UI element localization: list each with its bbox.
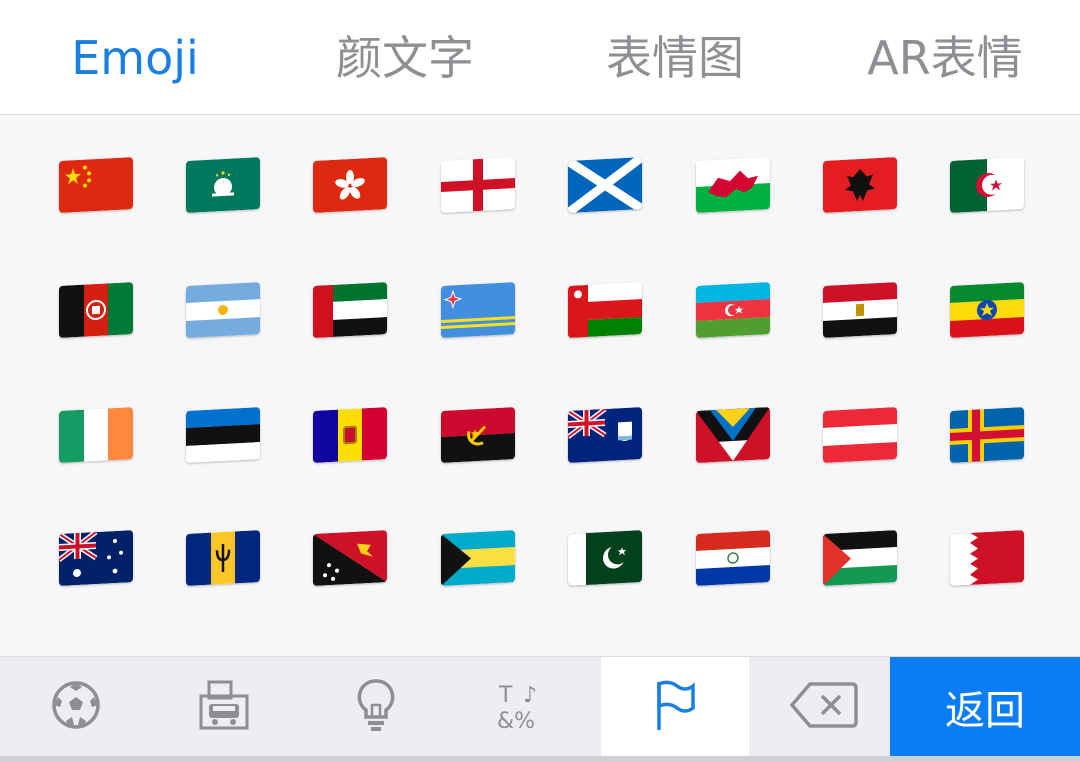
albania-flag[interactable]	[821, 156, 899, 214]
palestine-flag[interactable]	[821, 529, 899, 587]
svg-text:♪: ♪	[523, 683, 537, 708]
paraguay-flag[interactable]	[694, 529, 772, 587]
svg-text:T: T	[498, 683, 513, 708]
oman-flag[interactable]	[566, 281, 644, 339]
egypt-flag[interactable]	[821, 281, 899, 339]
tab-emoji[interactable]: Emoji	[40, 28, 230, 88]
papua-new-guinea-flag[interactable]	[311, 529, 389, 587]
aland-islands-flag[interactable]	[948, 406, 1026, 464]
emoji-category-tabs: Emoji 颜文字 表情图 AR表情	[0, 0, 1080, 115]
bahamas-flag[interactable]	[439, 529, 517, 587]
algeria-flag[interactable]	[948, 156, 1026, 214]
buildings-car-icon	[197, 678, 251, 736]
category-flags-button[interactable]	[601, 657, 749, 757]
emoji-category-bar: T ♪ &% 返回	[0, 656, 1080, 757]
return-button[interactable]: 返回	[890, 657, 1080, 757]
bahrain-flag[interactable]	[948, 529, 1026, 587]
anguilla-flag[interactable]	[566, 406, 644, 464]
wales-flag[interactable]	[694, 156, 772, 214]
symbols-icon: T ♪ &%	[497, 678, 551, 736]
pakistan-flag[interactable]	[566, 529, 644, 587]
category-activity-button[interactable]	[20, 657, 132, 757]
azerbaijan-flag[interactable]	[694, 281, 772, 339]
hong-kong-flag[interactable]	[311, 156, 389, 214]
ethiopia-flag[interactable]	[948, 281, 1026, 339]
antigua-barbuda-flag[interactable]	[694, 406, 772, 464]
barbados-flag[interactable]	[184, 529, 262, 587]
lightbulb-icon	[353, 677, 399, 737]
angola-flag[interactable]	[439, 406, 517, 464]
china-flag[interactable]	[57, 156, 135, 214]
scotland-flag[interactable]	[566, 156, 644, 214]
argentina-flag[interactable]	[184, 281, 262, 339]
keyboard-bottom-edge	[0, 756, 1080, 762]
emoji-grid	[0, 115, 1080, 655]
tab-ar-emoji[interactable]: AR表情	[845, 28, 1045, 88]
andorra-flag[interactable]	[311, 406, 389, 464]
tab-stickers[interactable]: 表情图	[575, 28, 775, 88]
tab-kaomoji[interactable]: 颜文字	[305, 28, 505, 88]
flag-icon	[653, 678, 697, 736]
delete-button[interactable]	[768, 657, 880, 757]
category-objects-button[interactable]	[320, 657, 432, 757]
macau-flag[interactable]	[184, 156, 262, 214]
svg-text:&%: &%	[497, 709, 535, 732]
estonia-flag[interactable]	[184, 406, 262, 464]
soccer-ball-icon	[50, 679, 102, 735]
category-symbols-button[interactable]: T ♪ &%	[468, 657, 580, 757]
austria-flag[interactable]	[821, 406, 899, 464]
england-flag[interactable]	[439, 156, 517, 214]
category-travel-button[interactable]	[168, 657, 280, 757]
aruba-flag[interactable]	[439, 281, 517, 339]
australia-flag[interactable]	[57, 529, 135, 587]
uae-flag[interactable]	[311, 281, 389, 339]
ireland-flag[interactable]	[57, 406, 135, 464]
afghanistan-flag[interactable]	[57, 281, 135, 339]
backspace-icon	[789, 680, 858, 734]
